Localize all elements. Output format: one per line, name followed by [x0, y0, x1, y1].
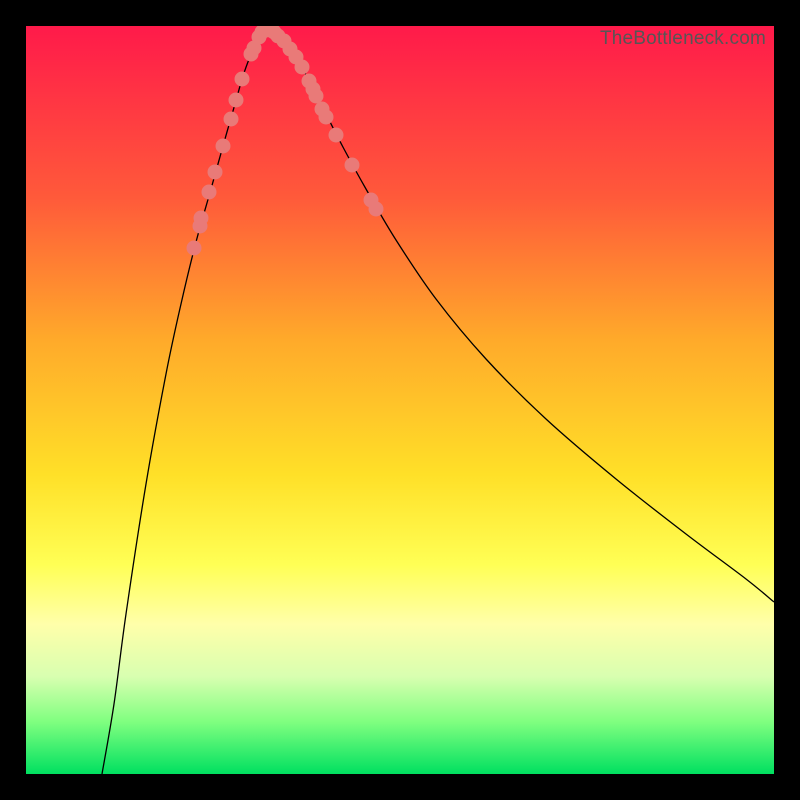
marker-point [319, 110, 334, 125]
series-left-branch [102, 30, 266, 774]
marker-point [229, 93, 244, 108]
marker-point [235, 72, 250, 87]
series-right-branch [266, 30, 774, 602]
plot-area: TheBottleneck.com [26, 26, 774, 774]
marker-point [216, 139, 231, 154]
marker-point [369, 202, 384, 217]
marker-point [187, 241, 202, 256]
marker-point [208, 165, 223, 180]
marker-point [295, 60, 310, 75]
chart-frame: TheBottleneck.com [0, 0, 800, 800]
marker-group [187, 26, 384, 256]
curve-group [102, 30, 774, 774]
marker-point [329, 128, 344, 143]
plot-svg [26, 26, 774, 774]
marker-point [202, 185, 217, 200]
marker-point [194, 211, 209, 226]
marker-point [309, 89, 324, 104]
marker-point [345, 158, 360, 173]
marker-point [224, 112, 239, 127]
